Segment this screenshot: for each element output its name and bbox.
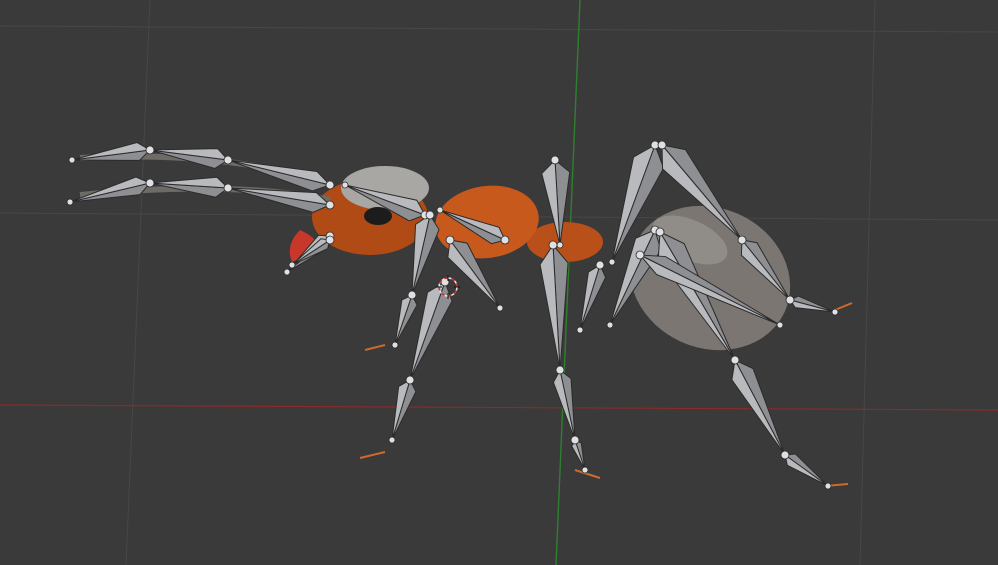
bone-front-leg-inner-joint-tail[interactable] xyxy=(496,304,504,312)
bone-front-leg-lower-joint-head[interactable] xyxy=(407,290,417,300)
bone-antenna-lower-3-joint-tail[interactable] xyxy=(66,198,74,206)
bone-antenna-lower-1-joint-head[interactable] xyxy=(325,200,335,210)
floor-grid xyxy=(0,0,998,565)
bone-mid-leg-upper-joint-head[interactable] xyxy=(550,155,560,165)
bone-antenna-lower-2-joint-head[interactable] xyxy=(223,183,233,193)
bone-rear-leg-b-tip[interactable] xyxy=(783,453,829,487)
bone-neck-joint-head[interactable] xyxy=(500,235,510,245)
bone-head-joint-tail[interactable] xyxy=(341,181,349,189)
ant-eye xyxy=(364,207,392,225)
bone-antenna-upper-2-joint-head[interactable] xyxy=(223,155,233,165)
bone-front-leg2-upper[interactable] xyxy=(409,280,453,381)
bone-mid-leg-back-joint-head[interactable] xyxy=(595,260,605,270)
bone-front-leg2-lower[interactable] xyxy=(391,378,417,441)
bone-mid-leg-lower2-joint-head[interactable] xyxy=(570,435,580,445)
x-axis-line xyxy=(0,404,998,411)
bone-rear-leg-b-upper-joint-tail[interactable] xyxy=(606,321,614,329)
ant-petiole[interactable] xyxy=(527,222,603,262)
bone-mandible-2-joint-head[interactable] xyxy=(325,235,335,245)
bone-mid-leg-back-joint-tail[interactable] xyxy=(576,326,584,334)
bone-antenna-upper-3-joint-head[interactable] xyxy=(145,145,155,155)
bone-rear-leg-b-tip-joint-tail[interactable] xyxy=(824,482,832,490)
bone-front-leg-upper-joint-head[interactable] xyxy=(425,210,435,220)
ant-thorax[interactable] xyxy=(430,179,543,265)
bone-neck-joint-tail[interactable] xyxy=(436,206,444,214)
bone-mid-leg-back[interactable] xyxy=(579,263,607,331)
bone-front-leg-upper[interactable] xyxy=(411,213,440,296)
bone-front-leg2-lower-joint-head[interactable] xyxy=(405,375,415,385)
bone-mid-leg-lower2[interactable] xyxy=(571,438,586,471)
bone-rear-leg-a-mid-joint-head[interactable] xyxy=(657,140,667,150)
bone-mid-leg-lower2-joint-tail[interactable] xyxy=(581,466,589,474)
bone-rear-leg-b-tip-joint-head[interactable] xyxy=(780,450,790,460)
bone-front-leg-lower[interactable] xyxy=(394,293,418,346)
bone-mandible-2-joint-tail[interactable] xyxy=(288,261,296,269)
bone-rear-leg-b-lower-joint-head[interactable] xyxy=(730,355,740,365)
bone-front-leg-lower-joint-tail[interactable] xyxy=(391,341,399,349)
viewport-canvas[interactable] xyxy=(0,0,998,565)
bone-mid-leg-upper-joint-tail[interactable] xyxy=(556,241,564,249)
bone-rear-leg-a-tip-joint-tail[interactable] xyxy=(831,308,839,316)
bone-antenna-upper-3-joint-tail[interactable] xyxy=(68,156,76,164)
3d-viewport[interactable] xyxy=(0,0,998,565)
bone-antenna-upper-1[interactable] xyxy=(227,159,332,192)
bone-rear-leg-a-lower-joint-head[interactable] xyxy=(737,235,747,245)
bone-antenna-upper-1-joint-head[interactable] xyxy=(325,180,335,190)
bone-front-leg-inner-joint-head[interactable] xyxy=(445,235,455,245)
bone-mid-leg-mid-joint-head[interactable] xyxy=(548,240,558,250)
bone-mandible-joint-tail[interactable] xyxy=(283,268,291,276)
bone-rear-leg-c-joint-head[interactable] xyxy=(635,250,645,260)
bone-rear-leg-b-mid-joint-head[interactable] xyxy=(655,227,665,237)
bone-rear-leg-a-tip-joint-head[interactable] xyxy=(785,295,795,305)
bone-rear-leg-a-upper-joint-tail[interactable] xyxy=(608,258,616,266)
bone-rear-leg-b-lower[interactable] xyxy=(731,358,786,456)
bone-mid-leg-lower-joint-head[interactable] xyxy=(555,365,565,375)
bone-antenna-lower-3[interactable] xyxy=(69,176,152,203)
bone-mid-leg-mid[interactable] xyxy=(539,243,569,371)
bone-front-leg2-lower-joint-tail[interactable] xyxy=(388,436,396,444)
bone-rear-leg-c-joint-tail[interactable] xyxy=(776,321,784,329)
bone-antenna-upper-3[interactable] xyxy=(71,142,152,161)
bone-antenna-lower-3-joint-head[interactable] xyxy=(145,178,155,188)
bone-mid-leg-lower[interactable] xyxy=(552,368,576,441)
bone-rear-leg-a-tip[interactable] xyxy=(788,295,836,313)
bone-antenna-lower-1[interactable] xyxy=(227,187,332,213)
